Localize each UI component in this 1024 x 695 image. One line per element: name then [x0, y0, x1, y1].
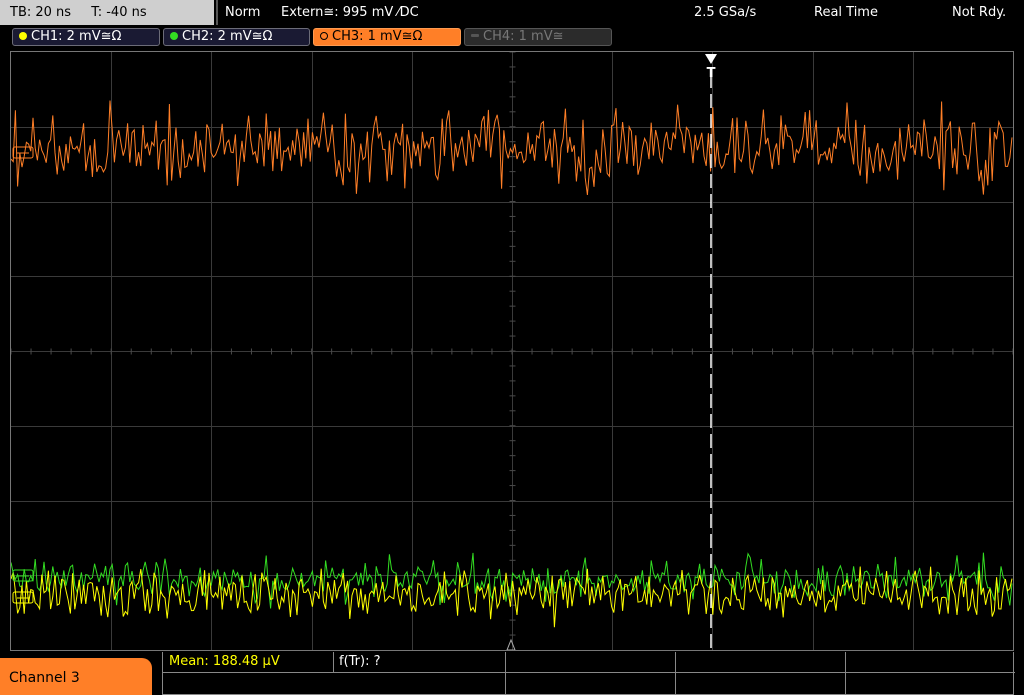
trigger-frequency[interactable]: f(Tr): ?: [333, 652, 381, 672]
trigger-source[interactable]: Extern≅: 995 mV ⁄DC: [281, 0, 419, 25]
bottom-bar: Channel 3 Mean: 188.48 µV f(Tr): ?: [0, 652, 1024, 695]
meas-divider-4: [845, 652, 846, 695]
tab-ch3[interactable]: CH3: 1 mV≅Ω: [313, 28, 461, 46]
channel-markers: [12, 146, 34, 604]
ch4-dash-icon: [471, 34, 479, 37]
ch1-dot-icon: [19, 32, 27, 40]
meas-divider-2: [505, 652, 506, 695]
status-divider: [216, 0, 218, 25]
tab-ch2[interactable]: CH2: 2 mV≅Ω: [163, 28, 310, 46]
ch3-dot-icon: [320, 32, 328, 40]
tab-ch1-label: CH1: 2 mV≅Ω: [31, 29, 122, 44]
timebase-value: TB: 20 ns: [10, 5, 72, 20]
meas-divider-3: [675, 652, 676, 695]
meas-divider-h: [163, 672, 1015, 673]
waveform-display[interactable]: T: [10, 51, 1014, 651]
ch2-dot-icon: [170, 32, 178, 40]
waveform-traces: [11, 100, 1013, 628]
tab-ch4[interactable]: CH4: 1 mV≅: [464, 28, 612, 46]
tab-ch1[interactable]: CH1: 2 mV≅Ω: [12, 28, 160, 46]
meas-divider-1: [333, 652, 334, 672]
mean-measurement[interactable]: Mean: 188.48 µV: [163, 652, 280, 672]
active-channel-label[interactable]: Channel 3: [0, 658, 152, 695]
trigger-mode[interactable]: Norm: [225, 0, 260, 25]
measurement-panel: Mean: 188.48 µV f(Tr): ?: [162, 652, 1015, 695]
trigger-arrow-icon: [705, 54, 717, 64]
center-position-icon: [506, 638, 516, 650]
tab-ch4-label: CH4: 1 mV≅: [483, 29, 564, 44]
status-bar: TB: 20 ns T: -40 ns Norm Extern≅: 995 mV…: [0, 0, 1024, 25]
tab-ch2-label: CH2: 2 mV≅Ω: [182, 29, 273, 44]
timebase-box[interactable]: TB: 20 ns T: -40 ns: [0, 0, 214, 25]
sample-rate[interactable]: 2.5 GSa/s: [694, 0, 756, 25]
trigger-letter: T: [707, 66, 716, 81]
channel-tabs: CH1: 2 mV≅Ω CH2: 2 mV≅Ω CH3: 1 mV≅Ω CH4:…: [0, 25, 1024, 49]
acquisition-mode[interactable]: Real Time: [814, 0, 878, 25]
acquisition-status: Not Rdy.: [952, 5, 1007, 20]
ch3-trace: [11, 100, 1013, 195]
tab-ch3-label: CH3: 1 mV≅Ω: [332, 29, 423, 44]
waveform-canvas: T: [11, 52, 1013, 650]
trigger-time-value: T: -40 ns: [91, 5, 147, 20]
